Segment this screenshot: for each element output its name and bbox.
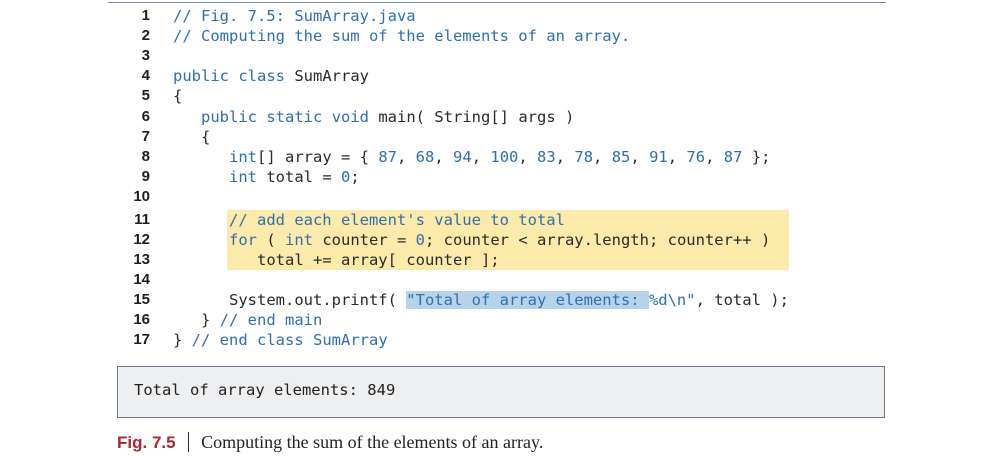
line-number: 13	[133, 251, 150, 268]
line-number: 3	[141, 47, 150, 64]
code-line: 7 {	[0, 127, 1007, 147]
line-number: 6	[141, 108, 150, 125]
code-text: public class SumArray	[173, 67, 370, 85]
line-number: 4	[141, 67, 150, 84]
code-text: public static void main( String[] args )	[201, 108, 575, 126]
code-line: 10	[0, 187, 1007, 207]
caption-text: Computing the sum of the elements of an …	[201, 432, 544, 452]
line-number: 1	[141, 7, 150, 24]
line-number: 16	[133, 311, 150, 328]
code-text: } // end main	[173, 311, 323, 329]
code-line: 11 // add each element's value to total	[0, 210, 1007, 230]
code-text: total += array[ counter ];	[173, 251, 500, 269]
line-number: 9	[141, 168, 150, 185]
line-number: 2	[141, 27, 150, 44]
line-number: 10	[133, 188, 150, 205]
figure-caption: Fig. 7.5 Computing the sum of the element…	[117, 432, 543, 453]
code-line: 15 System.out.printf( "Total of array el…	[0, 290, 1007, 310]
line-number: 12	[133, 231, 150, 248]
code-line: 14	[0, 270, 1007, 290]
code-line: 3	[0, 46, 1007, 66]
code-text: // Fig. 7.5: SumArray.java	[173, 7, 416, 25]
code-line: 9 int total = 0;	[0, 167, 1007, 187]
code-text: {	[173, 87, 183, 105]
code-text: int[] array = { 87, 68, 94, 100, 83, 78,…	[229, 148, 771, 166]
code-line: 8 int[] array = { 87, 68, 94, 100, 83, 7…	[0, 147, 1007, 167]
code-line: 5 {	[0, 86, 1007, 106]
line-number: 7	[141, 128, 150, 145]
program-output-text: Total of array elements: 849	[134, 381, 396, 399]
caption-divider	[187, 432, 190, 452]
code-line: 6 public static void main( String[] args…	[0, 107, 1007, 127]
code-text: int total = 0;	[229, 168, 360, 186]
code-text: System.out.printf( "Total of array eleme…	[173, 291, 789, 309]
line-number: 17	[133, 331, 150, 348]
code-text: } // end class SumArray	[173, 331, 388, 349]
line-number: 14	[133, 271, 150, 288]
code-line: 1 // Fig. 7.5: SumArray.java	[0, 6, 1007, 26]
line-number: 5	[141, 87, 150, 104]
line-number: 11	[134, 211, 150, 228]
top-rule	[108, 2, 886, 3]
program-output-box: Total of array elements: 849	[117, 366, 885, 418]
code-text: // Computing the sum of the elements of …	[173, 27, 631, 45]
code-text: // add each element's value to total	[173, 211, 565, 229]
code-text: for ( int counter = 0; counter < array.l…	[229, 231, 771, 249]
line-number: 15	[133, 291, 150, 308]
code-line: 13 total += array[ counter ];	[0, 250, 1007, 270]
code-line: 16 } // end main	[0, 310, 1007, 330]
code-text: {	[173, 128, 211, 146]
code-line: 2 // Computing the sum of the elements o…	[0, 26, 1007, 46]
line-number: 8	[141, 148, 150, 165]
code-line: 4 public class SumArray	[0, 66, 1007, 86]
code-line: 17 } // end class SumArray	[0, 330, 1007, 350]
figure-label: Fig. 7.5	[117, 433, 176, 452]
code-line: 12 for ( int counter = 0; counter < arra…	[0, 230, 1007, 250]
